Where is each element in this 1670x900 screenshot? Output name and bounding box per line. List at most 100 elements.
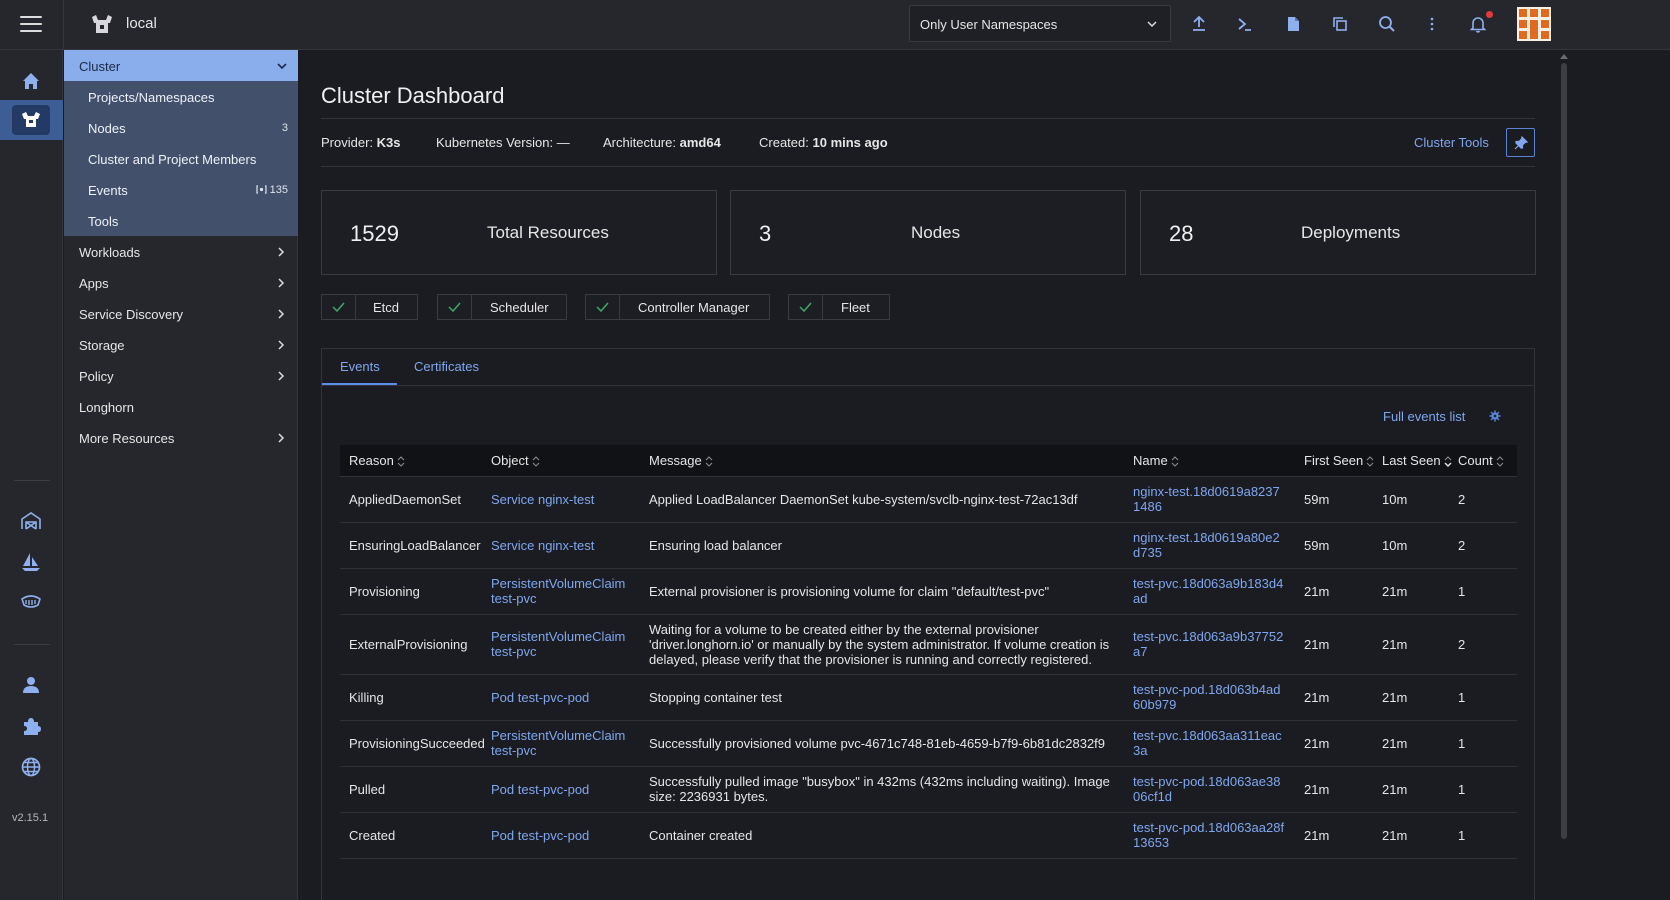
rail-cluster-local[interactable]	[0, 100, 63, 140]
cell-name-link[interactable]: test-pvc.18d063aa311eac3a	[1124, 720, 1295, 767]
rail-home[interactable]	[0, 60, 63, 100]
cell-message: Container created	[640, 812, 1124, 859]
column-header-object[interactable]: Object	[482, 445, 640, 477]
chevron-right-icon	[278, 278, 285, 288]
cell-reason: Provisioning	[340, 568, 482, 615]
meta-created: Created: 10 mins ago	[759, 135, 888, 150]
copy-icon[interactable]	[1330, 14, 1350, 34]
menu-toggle-icon[interactable]	[20, 16, 42, 32]
search-icon[interactable]	[1377, 14, 1397, 34]
cell-name-link[interactable]: nginx-test.18d0619a82371486	[1124, 476, 1295, 523]
nav-item-cluster-members[interactable]: Cluster and Project Members	[64, 143, 298, 174]
cell-name-link[interactable]: nginx-test.18d0619a80e2d735	[1124, 522, 1295, 569]
column-header-reason[interactable]: Reason	[340, 445, 482, 477]
cell-last-seen: 21m	[1373, 674, 1449, 721]
cell-first-seen: 59m	[1295, 522, 1373, 569]
nav-item-service-discovery[interactable]: Service Discovery	[64, 298, 298, 329]
rail-fleet[interactable]	[0, 500, 63, 540]
events-table: Reason Object Message Name First Seen La…	[340, 445, 1517, 859]
tab-events[interactable]: Events	[340, 359, 380, 374]
nav-item-storage[interactable]: Storage	[64, 329, 298, 360]
nav-item-nodes[interactable]: Nodes 3	[64, 112, 298, 143]
rail-global-settings[interactable]	[0, 746, 63, 786]
nav-item-projects-namespaces[interactable]: Projects/Namespaces	[64, 81, 298, 112]
nav-item-longhorn[interactable]: Longhorn	[64, 391, 298, 422]
more-vertical-icon[interactable]	[1422, 14, 1442, 34]
namespace-filter-select[interactable]: Only User Namespaces	[909, 5, 1171, 42]
rail-longhorn[interactable]	[0, 581, 63, 621]
cell-last-seen: 21m	[1373, 568, 1449, 615]
cell-object-link[interactable]: PersistentVolumeClaim test-pvc	[482, 720, 640, 767]
cell-name-link[interactable]: test-pvc-pod.18d063aa28f13653	[1124, 812, 1295, 859]
cell-reason: Created	[340, 812, 482, 859]
checkmark-icon	[596, 302, 609, 313]
sort-desc-icon	[1444, 456, 1452, 467]
nav-item-more-resources[interactable]: More Resources	[64, 422, 298, 453]
longhorn-icon	[21, 595, 41, 608]
cell-first-seen: 21m	[1295, 674, 1373, 721]
cell-reason: ProvisioningSucceeded	[340, 720, 485, 767]
column-label: First Seen	[1304, 452, 1364, 468]
cell-object-link[interactable]: Pod test-pvc-pod	[482, 812, 640, 859]
card-total-resources[interactable]: 1529 Total Resources	[321, 190, 717, 275]
health-scheduler: Scheduler	[437, 294, 567, 320]
upload-icon[interactable]	[1189, 14, 1209, 34]
rail-users[interactable]	[0, 664, 63, 704]
top-header: local Only User Namespaces	[0, 0, 1670, 50]
cell-name-link[interactable]: test-pvc.18d063a9b183d4ad	[1124, 568, 1295, 615]
nav-item-label: Apps	[79, 276, 109, 291]
table-row: Created Pod test-pvc-pod Container creat…	[340, 812, 1517, 859]
card-nodes[interactable]: 3 Nodes	[730, 190, 1126, 275]
column-header-message[interactable]: Message	[640, 445, 1124, 477]
tab-certificates[interactable]: Certificates	[414, 359, 479, 374]
nav-item-tools[interactable]: Tools	[64, 205, 298, 236]
nav-item-apps[interactable]: Apps	[64, 267, 298, 298]
cell-object-link[interactable]: PersistentVolumeClaim test-pvc	[482, 614, 640, 675]
cell-name-link[interactable]: test-pvc-pod.18d063b4ad60b979	[1124, 674, 1295, 721]
card-number: 1529	[350, 221, 399, 246]
kubectl-shell-icon[interactable]	[1235, 14, 1255, 34]
rail-continuous-delivery[interactable]	[0, 541, 63, 581]
cell-name-link[interactable]: test-pvc.18d063a9b37752a7	[1124, 614, 1295, 675]
cell-object-link[interactable]: Pod test-pvc-pod	[482, 766, 640, 813]
nav-group-cluster[interactable]: Cluster	[64, 50, 298, 81]
nav-item-workloads[interactable]: Workloads	[64, 236, 298, 267]
cell-object-link[interactable]: Pod test-pvc-pod	[482, 674, 640, 721]
column-header-count[interactable]: Count	[1449, 445, 1517, 477]
gear-icon[interactable]	[1489, 410, 1501, 422]
cell-object-link[interactable]: PersistentVolumeClaim test-pvc	[482, 568, 640, 615]
nav-item-policy[interactable]: Policy	[64, 360, 298, 391]
table-row: ProvisioningSucceeded PersistentVolumeCl…	[340, 720, 1517, 767]
cell-object-link[interactable]: Service nginx-test	[482, 522, 640, 569]
cluster-icon	[22, 112, 40, 127]
column-label: Reason	[349, 452, 394, 468]
health-check	[322, 295, 356, 319]
cluster-name[interactable]: local	[126, 15, 157, 32]
notifications-bell-icon[interactable]	[1468, 14, 1488, 34]
full-events-list-link[interactable]: Full events list	[1383, 409, 1465, 424]
column-header-first-seen[interactable]: First Seen	[1295, 445, 1374, 477]
nav-item-label: Tools	[88, 214, 119, 229]
column-header-last-seen[interactable]: Last Seen	[1373, 445, 1452, 477]
cell-object-link[interactable]: Service nginx-test	[482, 476, 640, 523]
table-row: AppliedDaemonSet Service nginx-test Appl…	[340, 476, 1517, 523]
scrollbar-thumb[interactable]	[1561, 63, 1567, 839]
sailboat-icon	[22, 553, 40, 571]
cell-name-link[interactable]: test-pvc-pod.18d063ae3806cf1d	[1124, 766, 1295, 813]
pin-button[interactable]	[1506, 128, 1535, 157]
cell-reason: AppliedDaemonSet	[340, 476, 482, 523]
scroll-up-arrow-icon[interactable]	[1560, 54, 1568, 59]
cell-message: Successfully pulled image "busybox" in 4…	[640, 766, 1124, 813]
home-icon	[23, 73, 39, 89]
main-content: Cluster Dashboard Provider: K3s Kubernet…	[298, 50, 1558, 900]
notification-badge	[1486, 11, 1493, 18]
card-deployments[interactable]: 28 Deployments	[1140, 190, 1536, 275]
chevron-down-icon	[277, 63, 287, 70]
cluster-tools-link[interactable]: Cluster Tools	[1414, 135, 1489, 150]
version-label[interactable]: v2.15.1	[12, 812, 48, 824]
rail-extensions[interactable]	[0, 705, 63, 745]
nav-item-events[interactable]: Events 135	[64, 174, 298, 205]
kubeconfig-file-icon[interactable]	[1283, 14, 1303, 34]
column-header-name[interactable]: Name	[1124, 445, 1295, 477]
user-avatar[interactable]	[1517, 7, 1551, 41]
